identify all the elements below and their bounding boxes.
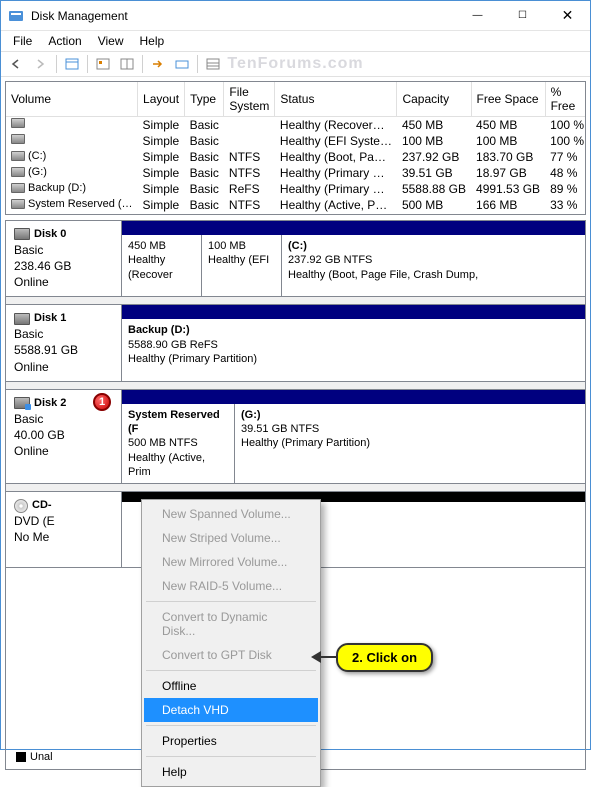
toolbar-icon[interactable] (147, 53, 169, 75)
context-menu-item: New RAID-5 Volume... (144, 574, 318, 598)
partition[interactable]: (C:)237.92 GB NTFSHealthy (Boot, Page Fi… (282, 235, 582, 296)
context-menu-item: Convert to Dynamic Disk... (144, 605, 318, 643)
disk-label[interactable]: CD-DVD (ENo Me (6, 492, 121, 567)
hard-disk-icon (14, 397, 30, 409)
column-header-free[interactable]: Free Space (471, 82, 545, 117)
back-button[interactable] (6, 53, 28, 75)
menu-file[interactable]: File (5, 32, 40, 50)
context-menu-item: New Mirrored Volume... (144, 550, 318, 574)
context-menu: New Spanned Volume...New Striped Volume.… (141, 499, 321, 787)
volume-row[interactable]: (G:)SimpleBasicNTFSHealthy (Primary …39.… (6, 165, 586, 181)
partition[interactable]: (G:)39.51 GB NTFSHealthy (Primary Partit… (235, 404, 435, 483)
forward-button[interactable] (30, 53, 52, 75)
context-menu-item: New Spanned Volume... (144, 502, 318, 526)
menu-help[interactable]: Help (132, 32, 173, 50)
column-header-layout[interactable]: Layout (138, 82, 185, 117)
drive-icon (11, 183, 25, 193)
column-header-status[interactable]: Status (275, 82, 397, 117)
hard-disk-icon (14, 313, 30, 325)
close-button[interactable]: ✕ (545, 1, 590, 30)
partition[interactable]: 450 MBHealthy (Recover (122, 235, 202, 296)
menu-bar: File Action View Help (1, 31, 590, 51)
toolbar-icon[interactable] (116, 53, 138, 75)
partition[interactable]: 100 MBHealthy (EFI (202, 235, 282, 296)
watermark: TenForums.com (227, 55, 363, 73)
volume-row[interactable]: (C:)SimpleBasicNTFSHealthy (Boot, Pa…237… (6, 149, 586, 165)
drive-icon (11, 118, 25, 128)
toolbar-icon[interactable] (202, 53, 224, 75)
volume-row[interactable]: SimpleBasicHealthy (EFI Syste…100 MB100 … (6, 133, 586, 149)
context-menu-item: New Striped Volume... (144, 526, 318, 550)
column-header-volume[interactable]: Volume (6, 82, 138, 117)
volume-row[interactable]: System Reserved (…SimpleBasicNTFSHealthy… (6, 197, 586, 213)
column-header-pct[interactable]: % Free (545, 82, 586, 117)
partition[interactable]: Backup (D:)5588.90 GB ReFSHealthy (Prima… (122, 319, 582, 380)
context-menu-item[interactable]: Detach VHD (144, 698, 318, 722)
column-header-type[interactable]: Type (185, 82, 224, 117)
menu-action[interactable]: Action (40, 32, 89, 50)
disk-label[interactable]: Disk 0Basic238.46 GBOnline (6, 221, 121, 296)
column-header-fs[interactable]: File System (224, 82, 275, 117)
hard-disk-icon (14, 228, 30, 240)
partition[interactable]: System Reserved (F500 MB NTFSHealthy (Ac… (122, 404, 235, 483)
disk-row: Disk 0Basic238.46 GBOnline450 MBHealthy … (6, 221, 585, 297)
annotation-marker: 1 (93, 393, 111, 411)
drive-icon (11, 199, 25, 209)
toolbar-icon[interactable] (61, 53, 83, 75)
toolbar-icon[interactable] (92, 53, 114, 75)
callout-text: 2. Click on (336, 643, 433, 672)
disk-label[interactable]: Disk 1Basic5588.91 GBOnline (6, 305, 121, 380)
title-bar: Disk Management — ☐ ✕ (1, 1, 590, 31)
maximize-button[interactable]: ☐ (500, 1, 545, 30)
menu-view[interactable]: View (90, 32, 132, 50)
drive-icon (11, 151, 25, 161)
cd-rom-icon (14, 499, 28, 513)
toolbar: TenForums.com (1, 51, 590, 77)
toolbar-icon[interactable] (171, 53, 193, 75)
context-menu-item[interactable]: Properties (144, 729, 318, 753)
drive-icon (11, 167, 25, 177)
column-header-capacity[interactable]: Capacity (397, 82, 471, 117)
context-menu-item[interactable]: Offline (144, 674, 318, 698)
context-menu-item[interactable]: Help (144, 760, 318, 784)
app-icon (8, 8, 24, 24)
window-title: Disk Management (31, 9, 455, 23)
callout-annotation: 2. Click on (336, 643, 433, 672)
minimize-button[interactable]: — (455, 1, 500, 30)
legend-unallocated: Unal (16, 751, 53, 763)
volume-row[interactable]: SimpleBasicHealthy (Recover…450 MB450 MB… (6, 117, 586, 134)
drive-icon (11, 134, 25, 144)
disk-row: Disk 1Basic5588.91 GBOnlineBackup (D:)55… (6, 305, 585, 381)
volume-row[interactable]: Backup (D:)SimpleBasicReFSHealthy (Prima… (6, 181, 586, 197)
context-menu-item: Convert to GPT Disk (144, 643, 318, 667)
disk-row: Disk 2Basic40.00 GBOnline1System Reserve… (6, 390, 585, 484)
volume-list[interactable]: VolumeLayoutTypeFile SystemStatusCapacit… (5, 81, 586, 215)
